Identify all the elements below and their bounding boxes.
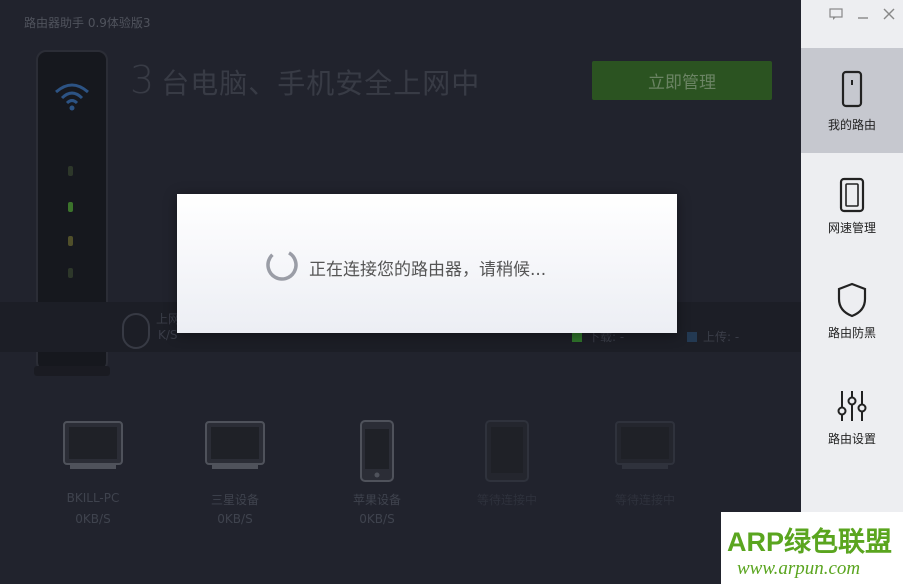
sidebar-item-my-router[interactable]: 我的路由 [801,48,903,153]
shield-icon [837,282,867,318]
app-window: 路由器助手 0.9体验版3 3 台电脑、手机安全上网中 立即管理 上网 K/S 下… [0,0,903,584]
sidebar-item-anti-hack[interactable]: 路由防黑 [801,262,903,367]
watermark: ARP绿色联盟 www.arpun.com [721,512,903,584]
sidebar-item-router-settings[interactable]: 路由设置 [801,368,903,473]
router-icon [841,70,863,108]
sidebar: 我的路由 网速管理 路由防黑 路由设置 [801,0,903,584]
sidebar-item-label: 我的路由 [827,118,876,132]
watermark-site: www.arpun.com [737,558,861,579]
sidebar-item-label: 网速管理 [827,221,876,235]
speed-icon [839,177,865,213]
feedback-icon[interactable] [829,8,843,20]
loading-spinner-icon [266,249,298,281]
sidebar-item-speed-manage[interactable]: 网速管理 [801,155,903,260]
sliders-icon [837,391,867,421]
connecting-dialog: 正在连接您的路由器，请稍候... [177,194,677,333]
minimize-icon[interactable] [857,8,869,20]
sidebar-item-label: 路由防黑 [827,326,876,340]
sidebar-item-label: 路由设置 [827,432,876,446]
watermark-brand: ARP绿色联盟 [727,527,893,557]
close-icon[interactable] [883,8,895,20]
connecting-message: 正在连接您的路由器，请稍候... [309,260,547,280]
window-controls [829,8,895,20]
